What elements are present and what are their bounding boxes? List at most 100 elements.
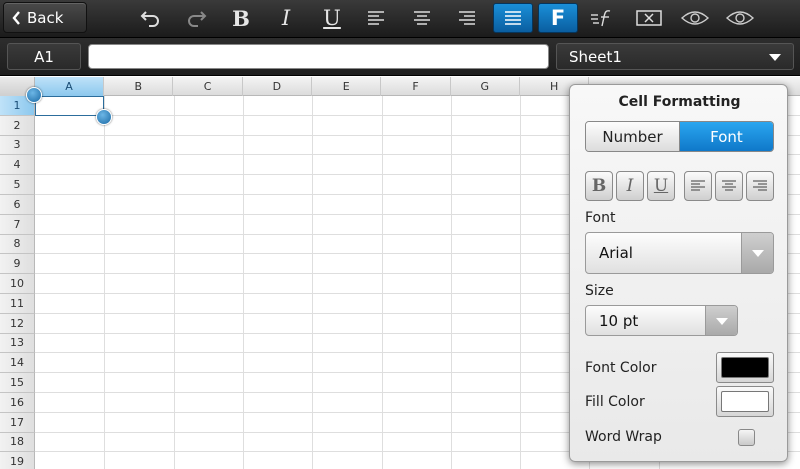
panel-bold-button[interactable]: B xyxy=(585,171,613,201)
fill-color-picker[interactable] xyxy=(716,386,774,417)
row-header-11[interactable]: 11 xyxy=(0,294,35,314)
back-label: Back xyxy=(27,8,64,27)
chevron-down-icon xyxy=(741,233,773,273)
row-header-8[interactable]: 8 xyxy=(0,234,35,255)
grid-column-line xyxy=(520,96,522,469)
grid-column-line xyxy=(173,96,175,469)
align-center-icon xyxy=(722,180,736,191)
underline-icon: U xyxy=(323,6,341,30)
toolbar: Back B I U F xyxy=(0,0,800,38)
grid-column-line xyxy=(381,96,383,469)
view-button[interactable] xyxy=(720,3,760,33)
chevron-down-icon xyxy=(705,306,737,335)
align-left-icon xyxy=(691,180,705,191)
selection-handle-start[interactable] xyxy=(26,87,42,103)
column-header-c[interactable]: C xyxy=(174,77,243,96)
redo-icon xyxy=(188,11,207,27)
selection-handle-end[interactable] xyxy=(96,109,112,125)
row-header-2[interactable]: 2 xyxy=(0,115,35,136)
cell-reference-box[interactable]: A1 xyxy=(7,43,81,70)
function-button[interactable] xyxy=(583,3,623,33)
align-right-icon xyxy=(753,180,767,191)
panel-underline-button[interactable]: U xyxy=(647,171,675,201)
italic-icon: I xyxy=(281,6,291,30)
show-hide-button[interactable] xyxy=(675,3,715,33)
formula-bar: A1 Sheet1 xyxy=(0,38,800,76)
row-header-17[interactable]: 17 xyxy=(0,412,35,433)
column-header-a[interactable]: A xyxy=(35,77,104,96)
row-header-18[interactable]: 18 xyxy=(0,432,35,453)
align-center-icon xyxy=(414,11,430,25)
underline-button[interactable]: U xyxy=(312,3,352,33)
align-right-icon xyxy=(459,11,475,25)
justify-icon xyxy=(505,11,521,25)
underline-icon: U xyxy=(653,176,669,196)
panel-align-center-button[interactable] xyxy=(715,171,743,201)
italic-button[interactable]: I xyxy=(266,3,306,33)
row-header-14[interactable]: 14 xyxy=(0,353,35,374)
font-value: Arial xyxy=(599,244,633,262)
row-header-15[interactable]: 15 xyxy=(0,373,35,393)
fill-color-swatch xyxy=(721,391,769,412)
font-label: Font xyxy=(585,210,616,226)
font-color-picker[interactable] xyxy=(716,352,774,383)
justify-button[interactable] xyxy=(493,3,533,33)
font-color-label: Font Color xyxy=(585,360,657,376)
word-wrap-label: Word Wrap xyxy=(585,429,662,445)
redo-button[interactable] xyxy=(176,3,216,33)
align-left-icon xyxy=(368,11,384,25)
row-header-9[interactable]: 9 xyxy=(0,254,35,275)
eye-icon xyxy=(725,11,755,25)
align-right-button[interactable] xyxy=(447,3,487,33)
column-header-d[interactable]: D xyxy=(243,77,312,96)
chevron-down-icon xyxy=(769,54,781,61)
undo-button[interactable] xyxy=(131,3,171,33)
fill-color-label: Fill Color xyxy=(585,394,645,410)
row-header-19[interactable]: 19 xyxy=(0,452,35,469)
function-icon xyxy=(591,10,611,27)
grid-column-line xyxy=(312,96,314,469)
row-header-12[interactable]: 12 xyxy=(0,313,35,334)
sheet-name: Sheet1 xyxy=(569,47,622,66)
row-header-6[interactable]: 6 xyxy=(0,195,35,215)
font-color-swatch xyxy=(721,357,769,378)
italic-icon: I xyxy=(626,176,634,196)
bold-button[interactable]: B xyxy=(221,3,261,33)
panel-italic-button[interactable]: I xyxy=(616,171,644,201)
spreadsheet-app: Back B I U F A1 Sheet1 A B C D E F G H 1… xyxy=(0,0,800,469)
size-value: 10 pt xyxy=(599,311,639,330)
column-header-f[interactable]: F xyxy=(382,77,451,96)
cell-formatting-panel: Cell Formatting Number Font B I U Font A… xyxy=(569,84,788,462)
cell-format-button[interactable]: F xyxy=(538,3,578,33)
align-left-button[interactable] xyxy=(356,3,396,33)
tab-font[interactable]: Font xyxy=(679,122,773,151)
bold-icon: B xyxy=(232,5,250,31)
row-header-13[interactable]: 13 xyxy=(0,333,35,354)
font-dropdown[interactable]: Arial xyxy=(585,232,774,274)
clear-cell-button[interactable] xyxy=(629,3,669,33)
formula-input[interactable] xyxy=(88,44,549,69)
row-header-3[interactable]: 3 xyxy=(0,135,35,156)
row-header-4[interactable]: 4 xyxy=(0,155,35,176)
grid-column-line xyxy=(450,96,452,469)
column-header-b[interactable]: B xyxy=(104,77,174,96)
row-header-5[interactable]: 5 xyxy=(0,175,35,195)
bold-icon: B xyxy=(591,176,607,196)
row-header-16[interactable]: 16 xyxy=(0,393,35,413)
column-header-e[interactable]: E xyxy=(312,77,382,96)
row-header-7[interactable]: 7 xyxy=(0,214,35,235)
back-button[interactable]: Back xyxy=(3,2,87,33)
row-header-10[interactable]: 10 xyxy=(0,274,35,294)
size-label: Size xyxy=(585,283,614,299)
tab-number[interactable]: Number xyxy=(586,122,679,151)
undo-icon xyxy=(140,11,159,27)
panel-align-left-button[interactable] xyxy=(684,171,712,201)
size-dropdown[interactable]: 10 pt xyxy=(585,305,738,336)
align-center-button[interactable] xyxy=(402,3,442,33)
clear-cell-icon xyxy=(636,10,662,26)
panel-align-right-button[interactable] xyxy=(746,171,774,201)
word-wrap-checkbox[interactable] xyxy=(738,429,755,446)
cell-format-icon: F xyxy=(550,6,566,30)
column-header-g[interactable]: G xyxy=(451,77,520,96)
sheet-selector[interactable]: Sheet1 xyxy=(556,43,794,70)
